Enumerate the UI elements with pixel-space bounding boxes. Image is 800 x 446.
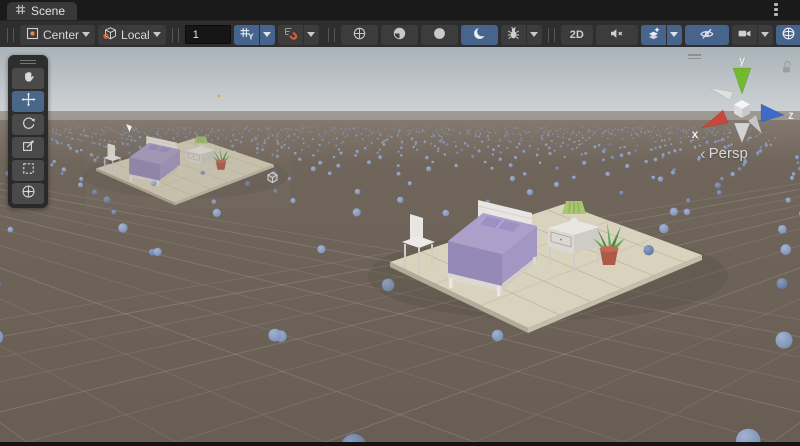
toolbar-drag-handle[interactable]	[7, 28, 14, 42]
axis-z-cone[interactable]	[761, 104, 784, 122]
snap-dropdown[interactable]	[304, 25, 319, 45]
grid-icon	[15, 4, 26, 18]
chevron-down-icon	[530, 32, 538, 37]
chevron-down-icon	[307, 32, 315, 37]
camera-settings-button[interactable]	[732, 25, 757, 45]
chevron-down-icon	[153, 32, 161, 37]
pivot-label: Center	[43, 28, 79, 42]
toolbar-drag-handle[interactable]	[548, 28, 555, 42]
pivot-center-icon	[25, 26, 40, 44]
transform-tool-icon	[21, 184, 36, 204]
lock-icon[interactable]	[781, 60, 794, 79]
orientation-label: Local	[121, 28, 150, 42]
snap-magnet-icon	[283, 26, 298, 44]
debug-bug-button[interactable]	[501, 25, 526, 45]
wireframe-sphere-button[interactable]	[341, 25, 378, 45]
hidden-objects-toggle[interactable]	[685, 25, 729, 45]
chevron-down-icon	[761, 32, 769, 37]
axis-z-label[interactable]: z	[788, 108, 794, 122]
snap-toggle[interactable]	[278, 25, 303, 45]
transform-tool[interactable]	[12, 183, 44, 204]
gizmo-drag-handle[interactable]	[688, 54, 701, 59]
effects-dropdown[interactable]	[667, 25, 682, 45]
shaded-sphere-button[interactable]	[421, 25, 458, 45]
projection-label: Persp	[709, 145, 748, 162]
scene-lighting-toggle[interactable]	[461, 25, 498, 45]
camera-dropdown[interactable]	[758, 25, 773, 45]
grid-size-input[interactable]	[185, 25, 231, 44]
projection-angle-icon: ‹	[700, 145, 706, 162]
wireframe-sphere-icon	[352, 26, 367, 44]
eye-hidden-icon	[699, 26, 715, 44]
axis-neg-cone[interactable]	[734, 123, 750, 143]
halfshaded-sphere-icon	[392, 26, 407, 44]
scene-window: Scene Center Local Y	[0, 0, 800, 446]
scale-tool-icon	[21, 138, 36, 158]
tab-label: Scene	[31, 4, 65, 18]
move-tool[interactable]	[12, 91, 44, 112]
debug-dropdown[interactable]	[527, 25, 542, 45]
tools-drag-handle[interactable]	[12, 58, 44, 66]
axis-y-cone[interactable]	[733, 68, 751, 94]
local-cube-icon	[103, 26, 118, 44]
toolbar-drag-handle[interactable]	[328, 28, 335, 42]
projection-toggle[interactable]: ‹ Persp	[700, 145, 748, 162]
grid-axis-y-icon: Y	[239, 26, 254, 44]
toolbar-drag-handle[interactable]	[172, 28, 179, 42]
rect-tool-icon	[21, 161, 36, 181]
tab-bar: Scene	[0, 0, 800, 20]
gizmos-toggle[interactable]	[776, 25, 800, 45]
axis-neg-cone[interactable]	[748, 115, 762, 134]
view-hand-tool[interactable]	[12, 68, 44, 89]
grid-visibility-dropdown[interactable]	[260, 25, 275, 45]
svg-text:Y: Y	[248, 32, 254, 41]
halfshaded-sphere-button[interactable]	[381, 25, 418, 45]
pivot-dropdown[interactable]: Center	[20, 25, 95, 45]
effects-layers-icon	[646, 26, 661, 44]
tools-overlay	[8, 55, 48, 208]
chevron-down-icon	[263, 32, 271, 37]
scene-toolbar: Center Local Y	[0, 20, 800, 48]
scene-canvas	[0, 47, 800, 442]
shaded-sphere-icon	[432, 26, 447, 44]
moon-icon	[472, 26, 487, 44]
2d-toggle[interactable]: 2D	[561, 25, 593, 45]
rotate-tool[interactable]	[12, 114, 44, 135]
gizmo-sphere-icon	[781, 26, 796, 44]
chevron-down-icon	[82, 32, 90, 37]
scene-viewport[interactable]: y x z ‹ Persp	[0, 47, 800, 442]
move-tool-icon	[21, 92, 36, 112]
bug-icon	[506, 26, 521, 44]
hand-tool-icon	[21, 69, 36, 89]
chevron-down-icon	[670, 32, 678, 37]
tab-scene[interactable]: Scene	[7, 2, 77, 20]
axis-neg-cone[interactable]	[710, 88, 733, 100]
2d-label: 2D	[566, 29, 588, 41]
scale-tool[interactable]	[12, 137, 44, 158]
grid-visibility-toggle[interactable]: Y	[234, 25, 259, 45]
axis-y-label[interactable]: y	[739, 53, 746, 67]
rotate-tool-icon	[21, 115, 36, 135]
rect-tool[interactable]	[12, 160, 44, 181]
axis-x-cone[interactable]	[702, 110, 728, 128]
orientation-dropdown[interactable]: Local	[98, 25, 166, 45]
effects-toggle[interactable]	[641, 25, 666, 45]
audio-toggle[interactable]	[596, 25, 638, 45]
window-bottom-border	[0, 442, 800, 446]
orientation-gizmo[interactable]: y x z	[684, 52, 798, 148]
camera-icon	[737, 26, 752, 44]
audio-muted-icon	[609, 26, 624, 44]
axis-x-label[interactable]: x	[692, 127, 699, 141]
kebab-menu-icon[interactable]	[774, 3, 778, 16]
